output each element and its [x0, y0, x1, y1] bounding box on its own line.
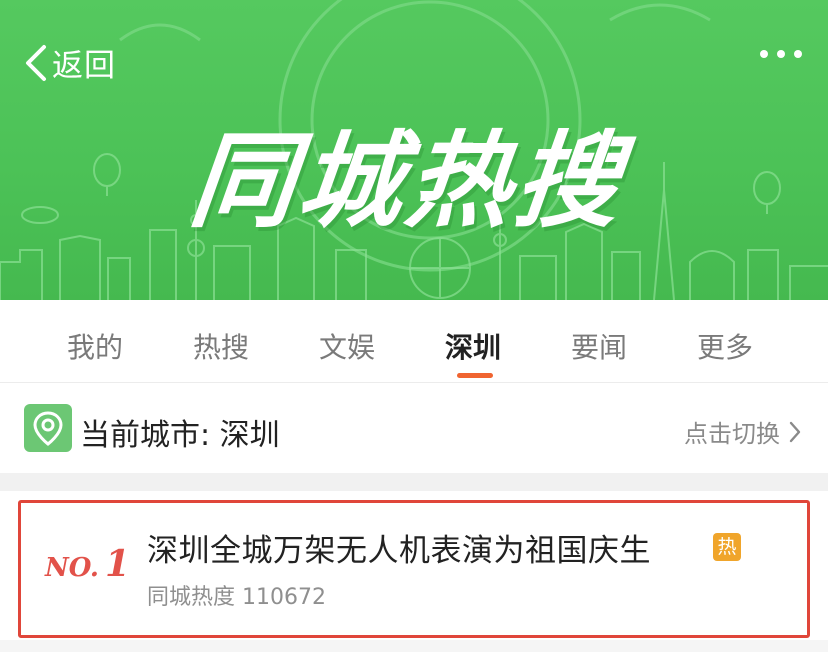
chevron-right-icon — [789, 421, 801, 442]
hot-item-title: 深圳全城万架无人机表演为祖国庆生 — [147, 533, 651, 569]
tab-bar: 我的 热搜 文娱 深圳 要闻 更多 — [0, 300, 828, 383]
header-banner: 返回 同城热搜 — [0, 0, 828, 300]
tab-entertainment[interactable]: 文娱 — [319, 326, 375, 366]
bottom-divider — [0, 640, 828, 652]
rank-label: NO. 1 — [45, 543, 130, 585]
hot-list-item[interactable]: NO. 1 深圳全城万架无人机表演为祖国庆生 热 同城热度 110672 — [18, 500, 810, 638]
switch-city-button[interactable]: 点击切换 — [684, 414, 802, 449]
section-divider — [0, 473, 828, 491]
tab-shenzhen[interactable]: 深圳 — [445, 326, 501, 366]
more-dots-icon[interactable] — [760, 50, 802, 58]
current-city-label: 当前城市: 深圳 — [80, 418, 280, 453]
rank-number: 1 — [104, 543, 131, 585]
dot — [760, 50, 768, 58]
switch-city-label: 点击切换 — [684, 420, 780, 448]
chevron-left-icon — [26, 44, 46, 81]
hot-item-meta: 同城热度 110672 — [147, 585, 326, 610]
tab-hot-search[interactable]: 热搜 — [193, 326, 249, 366]
tab-mine[interactable]: 我的 — [67, 326, 123, 366]
rank-prefix: NO. — [45, 553, 99, 583]
back-button[interactable]: 返回 — [20, 40, 116, 85]
tab-news[interactable]: 要闻 — [571, 326, 627, 366]
dot — [777, 50, 785, 58]
active-tab-indicator — [457, 373, 493, 378]
current-city-row: 当前城市: 深圳 点击切换 — [0, 383, 828, 473]
back-label: 返回 — [52, 48, 116, 84]
banner-title: 同城热搜 — [184, 120, 630, 242]
location-pin-icon — [24, 404, 72, 452]
dot — [794, 50, 802, 58]
hot-badge: 热 — [713, 533, 741, 561]
tab-more[interactable]: 更多 — [697, 326, 753, 366]
